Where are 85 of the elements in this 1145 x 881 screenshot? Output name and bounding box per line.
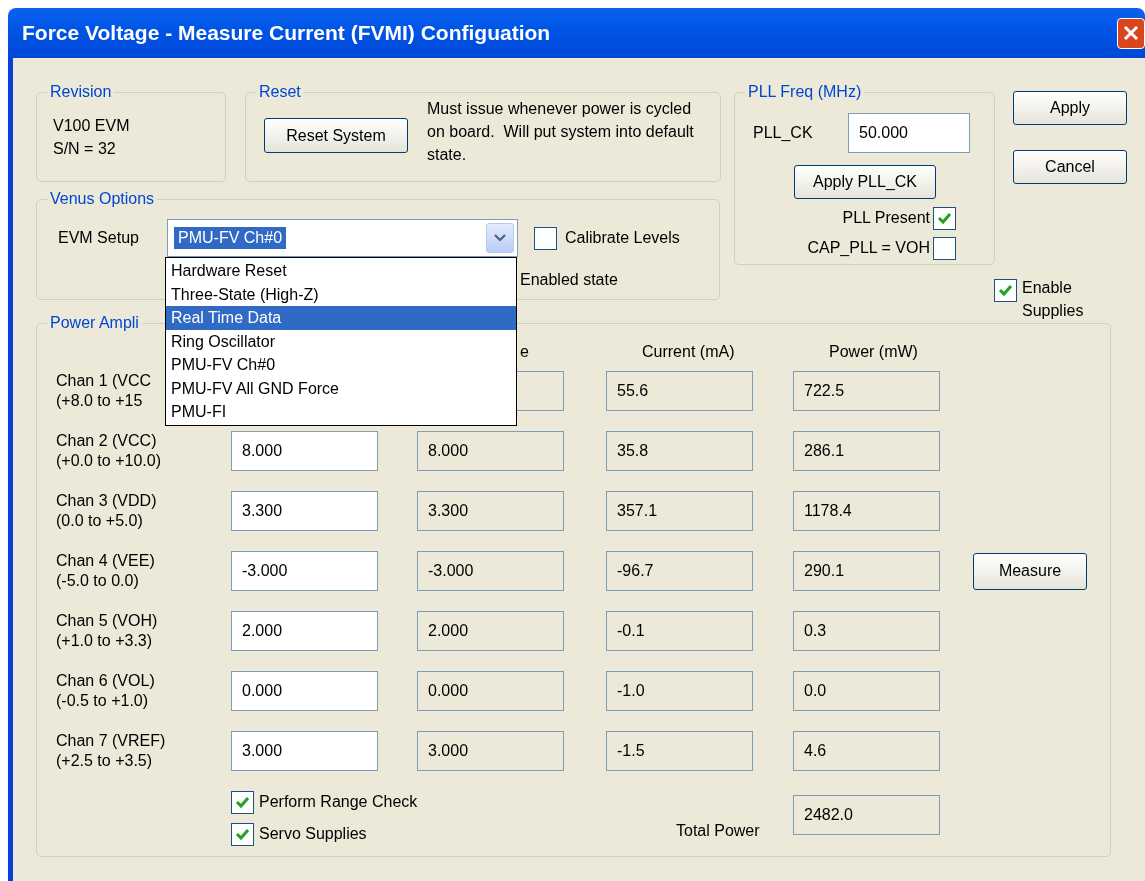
dropdown-option[interactable]: PMU-FV Ch#0	[166, 353, 516, 377]
input-field[interactable]: 8.000	[231, 431, 378, 471]
input-field[interactable]: 3.300	[231, 491, 378, 531]
channel-name: Chan 7 (VREF)	[56, 731, 166, 751]
readout-field: 35.8	[606, 431, 753, 471]
readout-field: 0.3	[793, 611, 940, 651]
button[interactable]: Reset System	[264, 118, 408, 153]
dropdown-option[interactable]: Hardware Reset	[166, 259, 516, 283]
readout-field: 722.5	[793, 371, 940, 411]
window-title: Force Voltage - Measure Current (FVMI) Configuation	[22, 20, 551, 47]
channel-name: Chan 3 (VDD)	[56, 491, 157, 511]
checkmark-icon	[998, 284, 1013, 297]
readout-field: 55.6	[606, 371, 753, 411]
readout-field: 8.000	[417, 431, 564, 471]
readout-field: -1.0	[606, 671, 753, 711]
readout-field: 0.000	[417, 671, 564, 711]
column-header: Power (mW)	[829, 342, 918, 362]
dropdown-field[interactable]: PMU-FV Ch#0	[167, 219, 518, 257]
checkmark-icon	[235, 827, 250, 841]
checkbox[interactable]	[231, 822, 254, 846]
readout-field: 3.300	[417, 491, 564, 531]
button[interactable]: Apply	[1013, 91, 1127, 125]
channel-range: (-5.0 to 0.0)	[56, 571, 139, 591]
button[interactable]: Cancel	[1013, 150, 1127, 184]
column-header: Current (mA)	[642, 342, 736, 362]
checkbox[interactable]	[231, 790, 254, 814]
dropdown-option[interactable]: Real Time Data	[166, 306, 516, 330]
checkbox[interactable]	[933, 236, 956, 260]
input-field[interactable]: -3.000	[231, 551, 378, 591]
channel-range: (+8.0 to +15	[56, 391, 143, 411]
revision-text: V100 EVM	[53, 116, 131, 136]
readout-field: 0.0	[793, 671, 940, 711]
readout-field: 2.000	[417, 611, 564, 651]
status-text: Enabled state	[520, 270, 619, 290]
button[interactable]: Measure	[973, 552, 1087, 590]
readout-field: 1178.4	[793, 491, 940, 531]
revision-text: S/N = 32	[53, 139, 117, 159]
chevron-down-icon[interactable]	[486, 223, 514, 253]
checkbox-label: Servo Supplies	[259, 824, 367, 844]
channel-range: (0.0 to +5.0)	[56, 511, 143, 531]
column-header: e	[520, 342, 530, 362]
dropdown-option[interactable]: PMU-FI	[166, 400, 516, 424]
readout-field: 290.1	[793, 551, 940, 591]
readout-field: 2482.0	[793, 795, 940, 835]
channel-name: Chan 5 (VOH)	[56, 611, 158, 631]
note-text: Must issue whenever power is cycled on board. Will put system into default state.	[427, 99, 695, 165]
channel-range: (+1.0 to +3.3)	[56, 631, 153, 651]
readout-field: 357.1	[606, 491, 753, 531]
readout-field: 286.1	[793, 431, 940, 471]
input-field[interactable]: 2.000	[231, 611, 378, 651]
readout-field: 4.6	[793, 731, 940, 771]
checkbox[interactable]	[933, 206, 956, 230]
channel-name: Chan 1 (VCC	[56, 371, 152, 391]
channel-range: (+2.5 to +3.5)	[56, 751, 153, 771]
checkbox[interactable]	[994, 279, 1017, 302]
checkbox-label: PLL Present	[842, 208, 930, 228]
close-icon[interactable]	[1117, 17, 1145, 49]
channel-name: Chan 4 (VEE)	[56, 551, 155, 571]
input-field[interactable]: 0.000	[231, 671, 378, 711]
checkbox-label: Calibrate Levels	[565, 228, 680, 248]
input-field[interactable]: 3.000	[231, 731, 378, 771]
channel-name: Chan 2 (VCC)	[56, 431, 157, 451]
readout-field: -1.5	[606, 731, 753, 771]
readout-field: -96.7	[606, 551, 753, 591]
checkbox-label: CAP_PLL = VOH	[807, 238, 930, 258]
dropdown-option[interactable]: PMU-FV All GND Force	[166, 376, 516, 400]
channel-range: (+0.0 to +10.0)	[56, 451, 161, 471]
checkbox-label: Perform Range Check	[259, 792, 418, 812]
readout-field: -0.1	[606, 611, 753, 651]
dropdown-option[interactable]: Three-State (High-Z)	[166, 282, 516, 306]
button[interactable]: Apply PLL_CK	[794, 165, 936, 199]
checkbox-label: Enable Supplies	[1022, 278, 1085, 321]
checkbox[interactable]	[534, 226, 557, 250]
checkmark-icon	[937, 211, 952, 225]
field-label: PLL_CK	[753, 123, 814, 143]
field-label: EVM Setup	[58, 228, 140, 248]
total-label: Total Power	[676, 821, 761, 841]
dropdown-option[interactable]: Ring Oscillator	[166, 329, 516, 353]
checkmark-icon	[235, 795, 250, 809]
input-field[interactable]: 50.000	[848, 113, 970, 153]
readout-field: 3.000	[417, 731, 564, 771]
selected-value: PMU-FV Ch#0	[174, 227, 287, 249]
readout-field: -3.000	[417, 551, 564, 591]
channel-range: (-0.5 to +1.0)	[56, 691, 149, 711]
channel-name: Chan 6 (VOL)	[56, 671, 155, 691]
